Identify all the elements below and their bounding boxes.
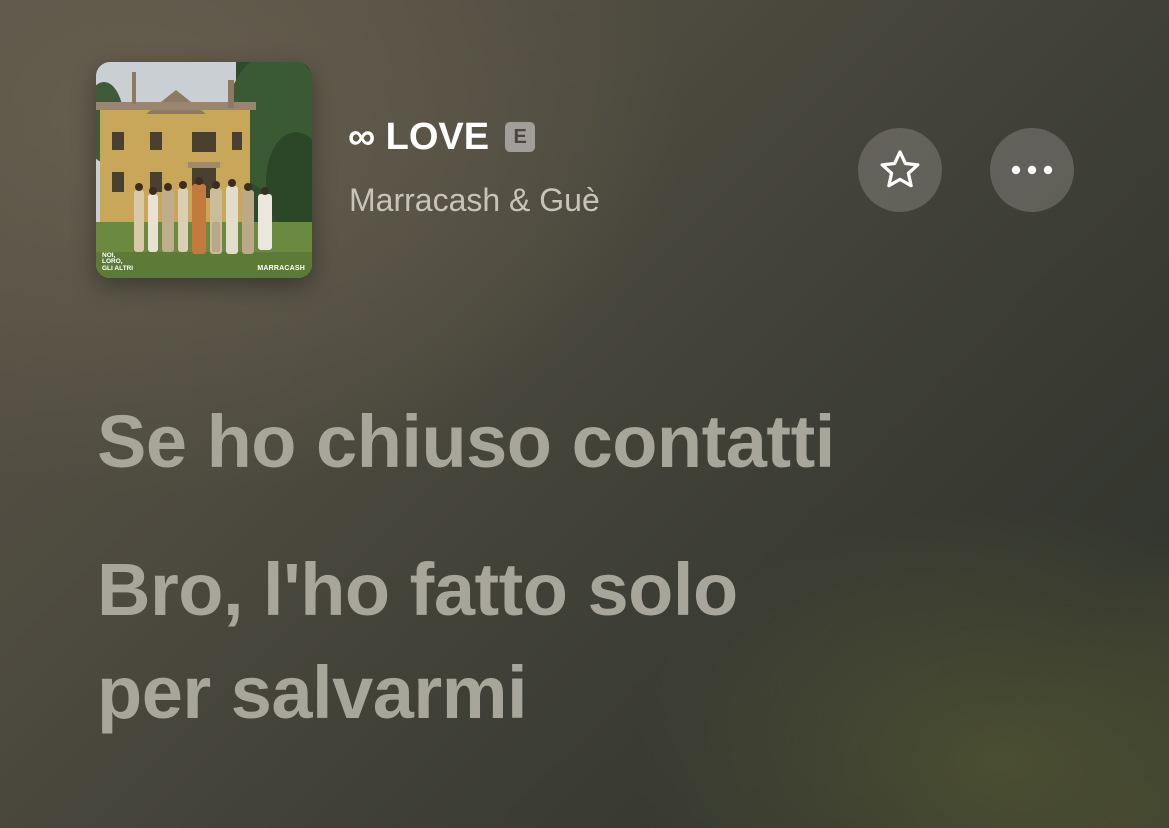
explicit-badge: E <box>505 122 536 152</box>
track-artist[interactable]: Marracash & Guè <box>349 184 600 216</box>
lyric-line[interactable]: per salvarmi <box>97 641 1097 745</box>
lyric-line[interactable]: Se ho chiuso contatti <box>97 390 1097 494</box>
star-outline-icon <box>880 150 920 188</box>
favorite-button[interactable] <box>858 128 942 212</box>
album-cover[interactable]: NOI, LORO, GLI ALTRI MARRACASH <box>96 62 312 278</box>
track-title: ∞ LOVE <box>348 116 490 158</box>
lyric-line[interactable]: Bro, l'ho fatto solo <box>97 538 1097 642</box>
track-title-row: ∞ LOVE E <box>348 116 536 158</box>
lyrics-panel: Se ho chiuso contatti Bro, l'ho fatto so… <box>97 390 1097 745</box>
ellipsis-icon <box>1011 165 1053 175</box>
album-cover-title: NOI, LORO, GLI ALTRI <box>102 251 134 272</box>
more-options-button[interactable] <box>990 128 1074 212</box>
album-cover-artist: MARRACASH <box>257 265 305 272</box>
album-cover-art <box>96 62 312 278</box>
